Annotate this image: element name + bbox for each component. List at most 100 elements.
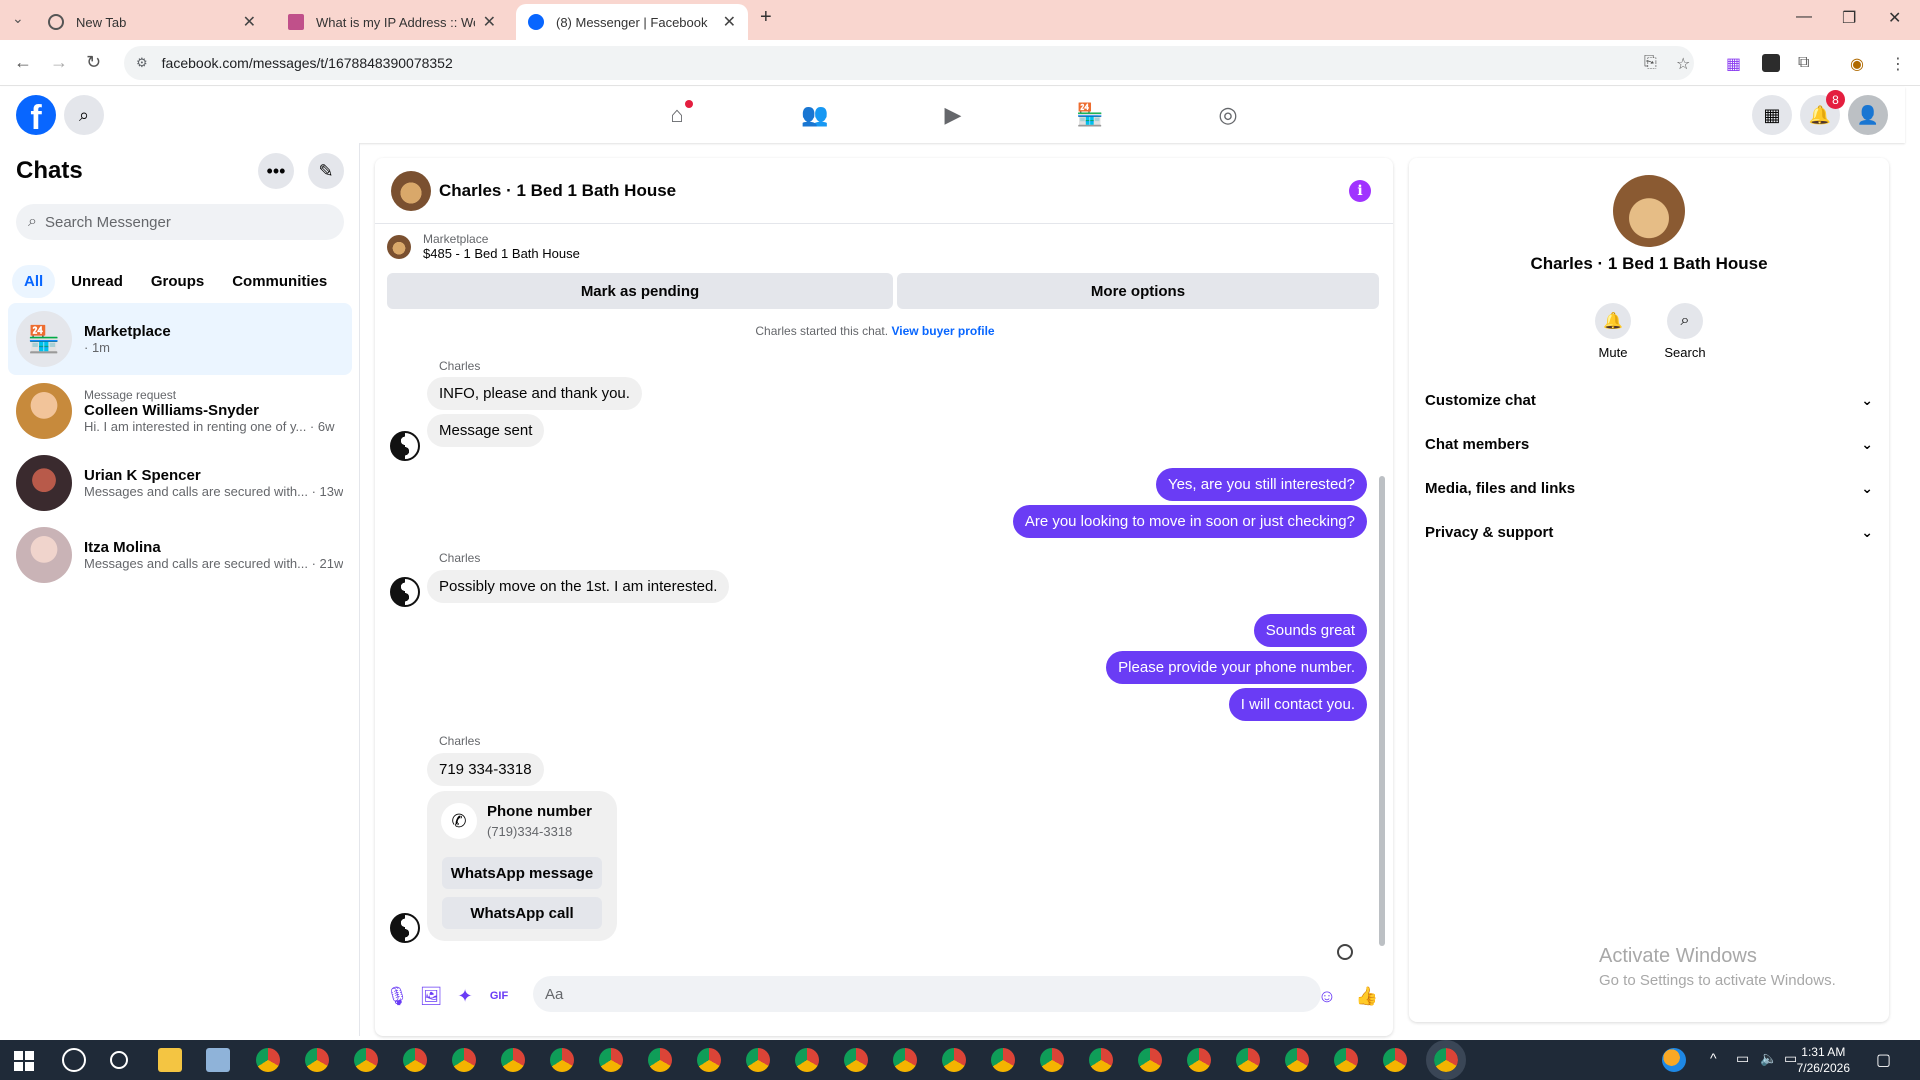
weather-icon[interactable] [1662,1048,1686,1072]
chrome-icon[interactable] [354,1048,378,1072]
display-icon[interactable]: ▭ [1784,1050,1797,1067]
groups-icon[interactable]: ◎ [1214,101,1242,129]
back-icon[interactable]: ← [14,52,32,73]
chrome-icon[interactable] [1334,1048,1358,1072]
gif-icon[interactable]: GIF [487,984,511,1008]
marketplace-listing[interactable]: Marketplace $485 - 1 Bed 1 Bath House [387,232,580,261]
search-messenger-input[interactable]: ⌕ Search Messenger [16,204,344,240]
extensions-puzzle-icon[interactable]: ⧉ [1798,54,1809,72]
view-buyer-profile-link[interactable]: View buyer profile [891,324,994,338]
extension-icon[interactable]: ▦ [1726,54,1741,74]
chrome-icon[interactable] [599,1048,623,1072]
chrome-icon[interactable] [991,1048,1015,1072]
info-icon[interactable]: i [1349,180,1371,202]
chat-item-marketplace[interactable]: 🏪 Marketplace · 1m [8,303,352,375]
conversation-title[interactable]: Charles · 1 Bed 1 Bath House [439,181,676,201]
more-options-icon[interactable]: ••• [258,153,294,189]
network-icon[interactable]: ▭ [1736,1050,1749,1067]
microphone-icon[interactable]: 🎙 [385,984,409,1008]
avatar[interactable] [391,170,431,211]
chrome-icon[interactable] [1285,1048,1309,1072]
account-avatar[interactable]: 👤 [1848,95,1888,135]
chat-item-colleen[interactable]: Message request Colleen Williams-Snyder … [8,375,352,447]
filter-all[interactable]: All [12,265,56,298]
chrome-icon[interactable] [893,1048,917,1072]
chrome-icon[interactable] [256,1048,280,1072]
chrome-icon[interactable] [1236,1048,1260,1072]
chat-item-itza[interactable]: Itza Molina Messages and calls are secur… [8,519,352,591]
video-icon[interactable]: ▶ [939,101,967,129]
chrome-icon[interactable] [942,1048,966,1072]
search-icon[interactable] [62,1048,86,1072]
new-tab-button[interactable]: + [760,6,772,29]
extension-icon-2[interactable] [1762,54,1780,72]
filter-groups[interactable]: Groups [139,265,216,298]
chrome-icon[interactable] [501,1048,525,1072]
file-explorer-icon[interactable] [158,1048,182,1072]
chrome-icon[interactable] [1138,1048,1162,1072]
volume-icon[interactable]: 🔈 [1760,1050,1777,1067]
marketplace-icon[interactable]: 🏪 [1076,101,1104,129]
facebook-logo-icon[interactable]: f [16,95,56,135]
browser-menu-icon[interactable]: ⋮ [1890,54,1906,74]
thumbs-up-icon[interactable]: 👍 [1355,984,1379,1008]
tab-new-tab[interactable]: New Tab ✕ [36,4,268,40]
chrome-icon[interactable] [1187,1048,1211,1072]
avatar[interactable] [1613,175,1685,247]
close-icon[interactable]: ✕ [243,12,256,32]
chrome-icon[interactable] [403,1048,427,1072]
close-window-button[interactable]: ✕ [1888,8,1901,28]
mute-button[interactable]: 🔔 Mute [1578,303,1648,360]
chrome-icon[interactable] [1383,1048,1407,1072]
new-message-icon[interactable]: ✎ [308,153,344,189]
chrome-icon[interactable] [697,1048,721,1072]
sticker-icon[interactable]: ✦ [453,984,477,1008]
photo-icon[interactable]: 🖼 [419,984,443,1008]
message-input[interactable]: Aa [533,976,1321,1012]
friends-icon[interactable]: 👥 [801,101,829,129]
filter-communities[interactable]: Communities [220,265,339,298]
profile-icon[interactable]: ◉ [1850,54,1864,74]
privacy-support-section[interactable]: Privacy & support ⌄ [1425,510,1873,554]
tab-messenger[interactable]: (8) Messenger | Facebook ✕ [516,4,748,40]
tab-ip-address[interactable]: What is my IP Address :: WebBr ✕ [276,4,508,40]
bookmark-star-icon[interactable]: ☆ [1676,54,1690,74]
mark-as-pending-button[interactable]: Mark as pending [387,273,893,309]
chrome-icon[interactable] [1040,1048,1064,1072]
install-app-icon[interactable]: ⎘ [1644,54,1657,72]
forward-icon[interactable]: → [50,52,68,73]
tray-chevron-icon[interactable]: ^ [1710,1050,1717,1066]
tab-search-chevron-icon[interactable]: ⌄ [12,10,24,27]
app-icon[interactable] [206,1048,230,1072]
search-icon[interactable]: ⌕ [64,95,104,135]
url-input[interactable]: ⚙ facebook.com/messages/t/16788483900783… [124,46,1694,80]
clock[interactable]: 1:31 AM 7/26/2026 [1797,1044,1850,1076]
chrome-icon[interactable] [746,1048,770,1072]
conversation-scrollbar[interactable] [1379,476,1385,946]
media-files-links-section[interactable]: Media, files and links ⌄ [1425,466,1873,510]
whatsapp-call-button[interactable]: WhatsApp call [442,897,602,929]
close-icon[interactable]: ✕ [723,12,736,32]
chrome-icon[interactable] [305,1048,329,1072]
chrome-icon[interactable] [1089,1048,1113,1072]
filter-unread[interactable]: Unread [59,265,135,298]
chat-members-section[interactable]: Chat members ⌄ [1425,422,1873,466]
chrome-icon[interactable] [452,1048,476,1072]
chat-item-urian[interactable]: Urian K Spencer Messages and calls are s… [8,447,352,519]
site-info-icon[interactable]: ⚙ [136,55,148,71]
reload-icon[interactable]: ↻ [86,52,101,73]
menu-grid-icon[interactable]: ▦ [1752,95,1792,135]
chrome-icon[interactable] [550,1048,574,1072]
chrome-icon[interactable] [648,1048,672,1072]
chrome-icon-active[interactable] [1426,1040,1466,1080]
more-options-button[interactable]: More options [897,273,1379,309]
cortana-icon[interactable] [110,1051,128,1069]
chrome-icon[interactable] [844,1048,868,1072]
close-icon[interactable]: ✕ [483,12,496,32]
notification-center-icon[interactable]: ▢ [1876,1050,1891,1070]
search-in-conversation-button[interactable]: ⌕ Search [1650,303,1720,360]
chrome-icon[interactable] [795,1048,819,1072]
emoji-icon[interactable]: ☺ [1315,984,1339,1008]
windows-start-icon[interactable] [14,1051,34,1071]
whatsapp-message-button[interactable]: WhatsApp message [442,857,602,889]
